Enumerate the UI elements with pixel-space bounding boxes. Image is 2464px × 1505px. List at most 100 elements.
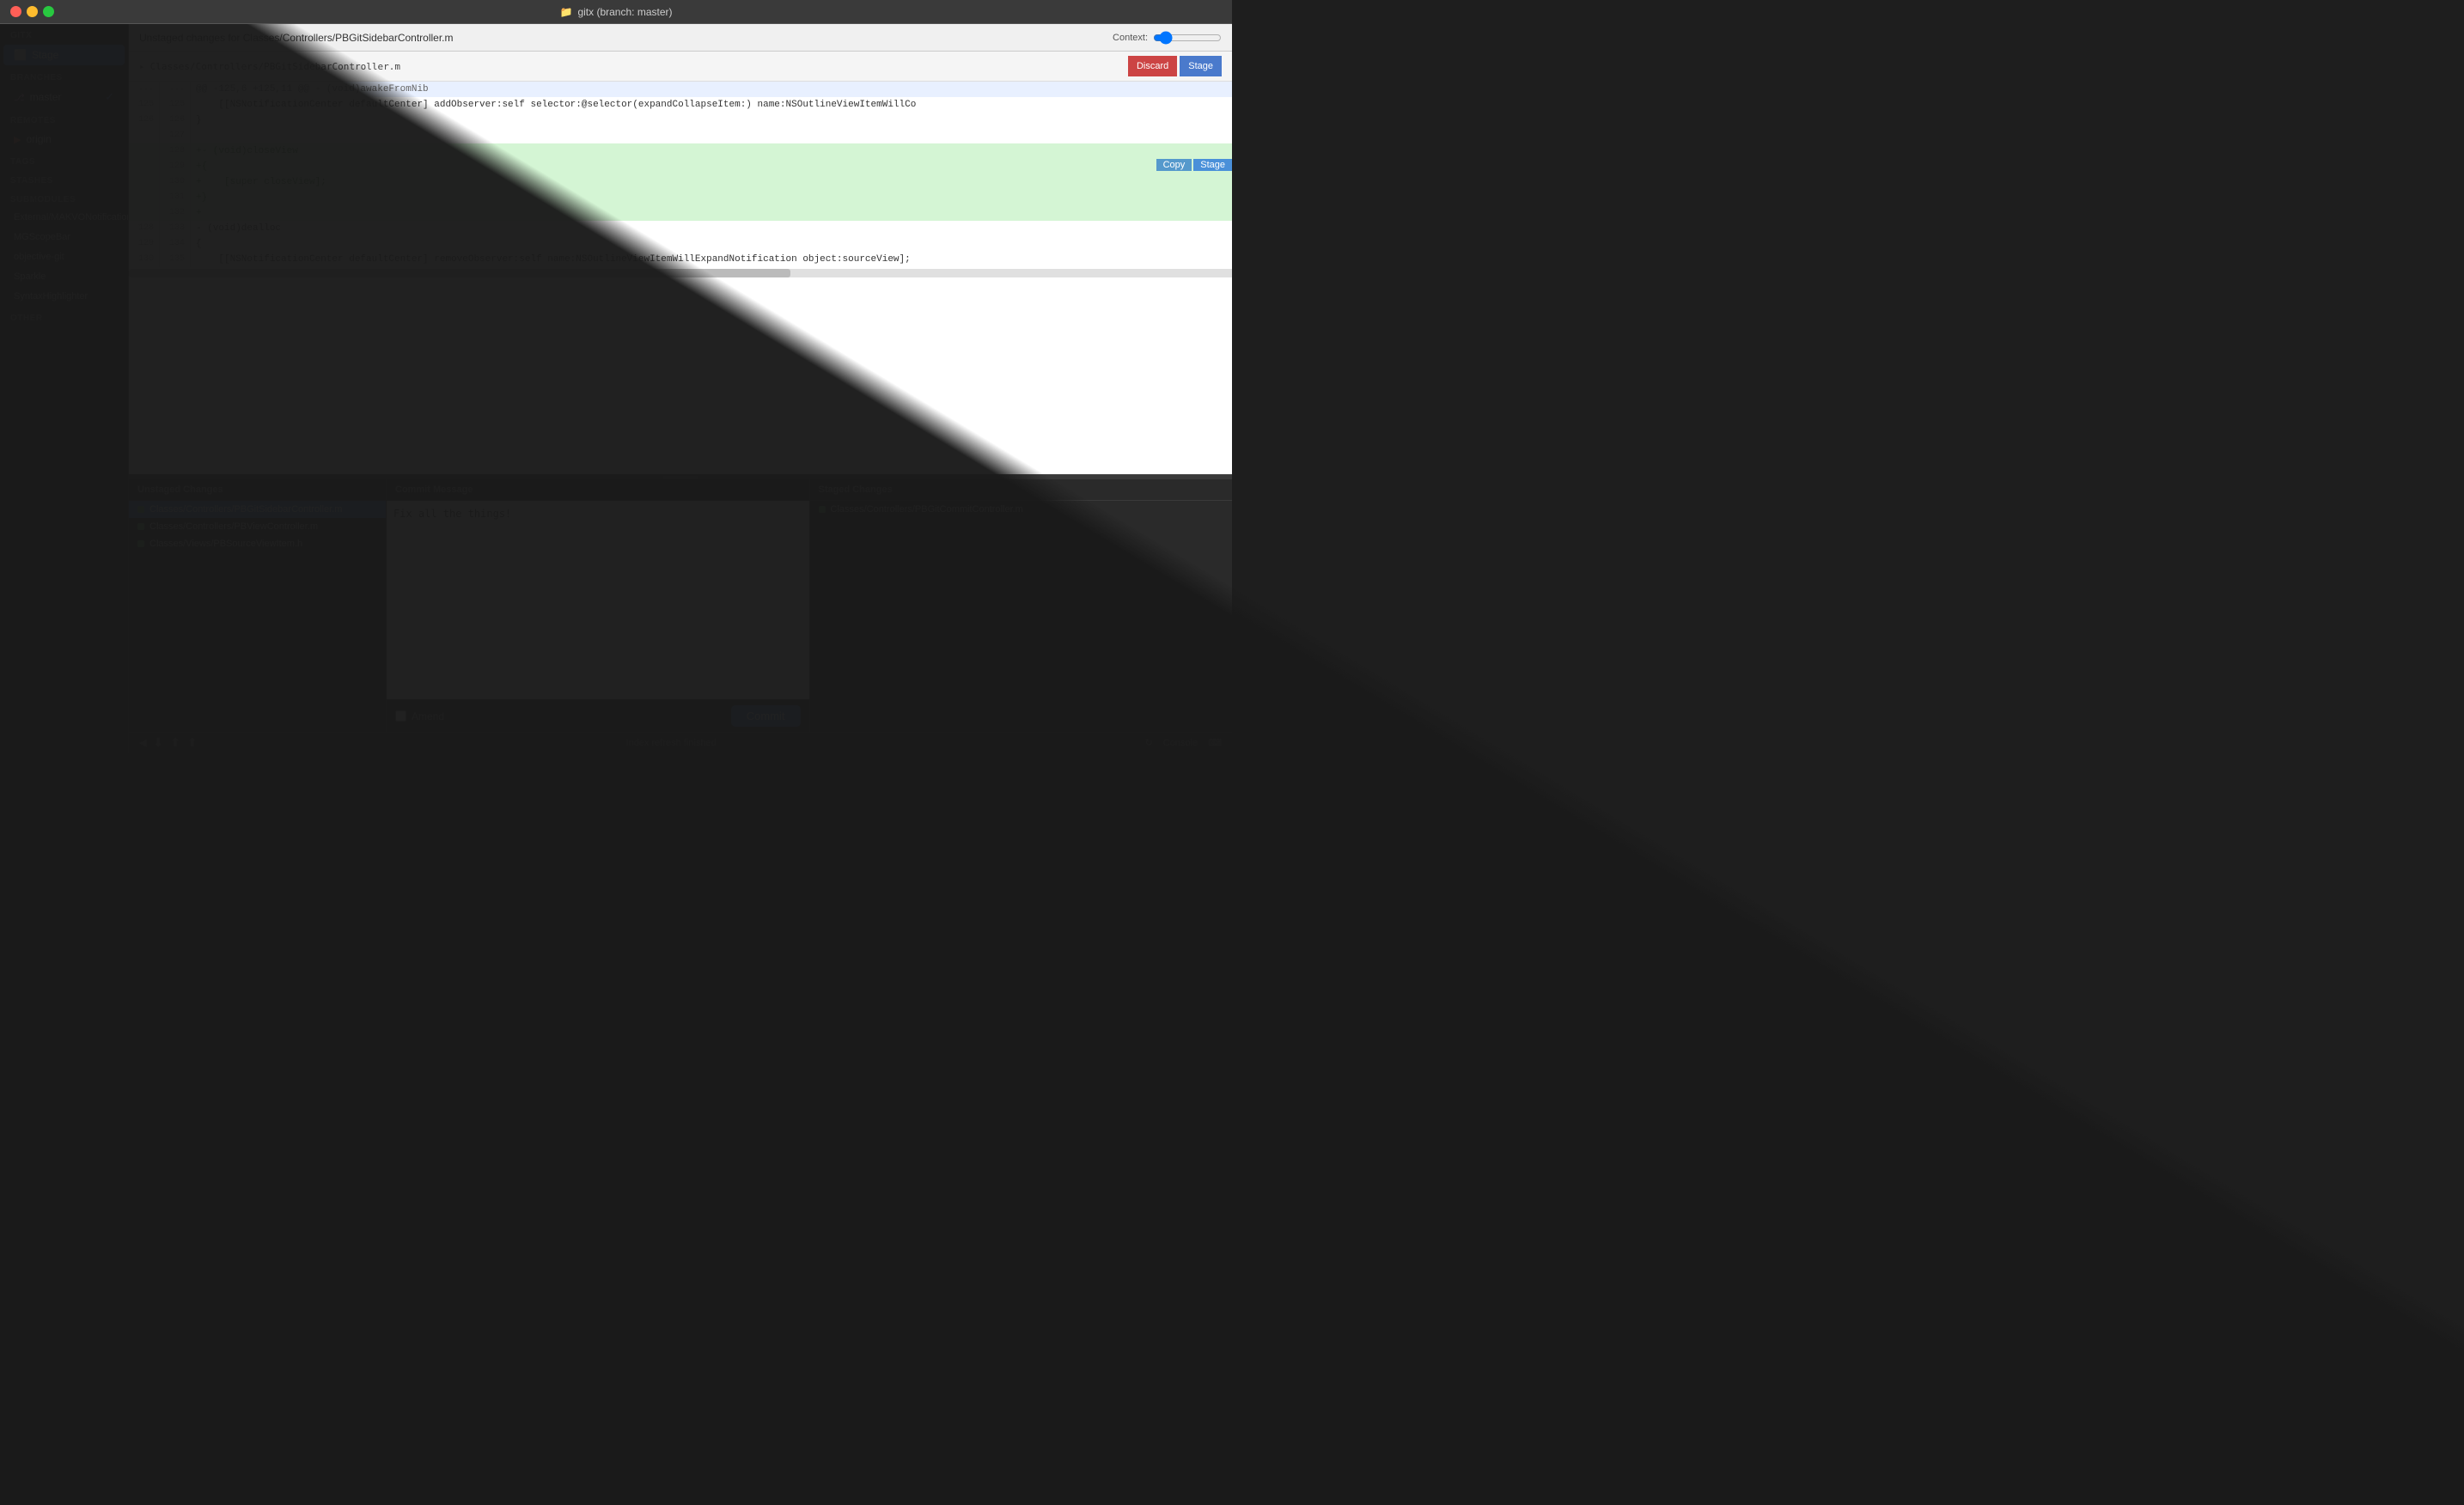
file-name: Classes/Controllers/PBViewController.m bbox=[149, 521, 318, 532]
fetch-button[interactable]: ⬇ bbox=[153, 735, 163, 750]
scrollbar-thumb[interactable] bbox=[129, 269, 790, 277]
sidebar-item-submodule[interactable]: MGScopeBar bbox=[3, 228, 125, 247]
sidebar-item-origin[interactable]: ▶ origin bbox=[3, 129, 125, 149]
close-button[interactable] bbox=[10, 6, 21, 17]
unstaged-file-list: Classes/Controllers/PBGitSidebarControll… bbox=[129, 501, 386, 732]
sidebar-item-submodule[interactable]: objective-git bbox=[3, 247, 125, 266]
check-icon: ✓ bbox=[105, 90, 114, 104]
nav-back-button[interactable]: ◀ bbox=[139, 737, 146, 748]
sidebar-item-submodule[interactable]: Sparkle bbox=[3, 267, 125, 286]
main-layout: GITX ⬜ Stage BRANCHES ⎇ master ✓ REMOTES… bbox=[0, 24, 1232, 752]
status-bar: ◀ ⬇ ⬆ ⬆ Index refresh finished ↻ Console… bbox=[129, 732, 1232, 752]
folder-icon: 📁 bbox=[560, 6, 573, 18]
expand-icon: ▸ bbox=[139, 61, 145, 72]
remotes-section-label: REMOTES bbox=[0, 109, 128, 128]
file-dot bbox=[137, 540, 144, 547]
diff-line-added: 128 +- (void)closeView bbox=[129, 143, 1232, 159]
file-name: Classes/Controllers/PBGitSidebarControll… bbox=[149, 504, 342, 515]
file-dot bbox=[137, 506, 144, 513]
minimize-button[interactable] bbox=[27, 6, 38, 17]
context-label: Context: bbox=[1113, 33, 1148, 43]
amend-checkbox[interactable] bbox=[395, 710, 406, 722]
commit-button[interactable]: Commit bbox=[731, 705, 801, 727]
diff-header: Unstaged changes for Classes/Controllers… bbox=[129, 24, 1232, 52]
console-label: Console bbox=[1163, 738, 1198, 748]
master-label: master bbox=[30, 91, 62, 103]
scrollbar-track[interactable] bbox=[129, 269, 1232, 277]
submodules-section-label: SUBMODULES bbox=[0, 188, 128, 207]
staged-file-list: Classes/Controllers/PBGitCommitControlle… bbox=[810, 501, 1233, 732]
diff-area[interactable]: ▸ Classes/Controllers/PBGitSidebarContro… bbox=[129, 52, 1232, 474]
diff-line: 127 bbox=[129, 128, 1232, 143]
right-content: Unstaged changes for Classes/Controllers… bbox=[129, 24, 1232, 752]
bottom-panel: Unstaged Changes Classes/Controllers/PBG… bbox=[129, 474, 1232, 732]
stage-hunk-button[interactable]: Stage bbox=[1180, 56, 1222, 76]
diff-line-hunk: ... ... @@ -125,6 +125,11 @@ - (void)awa… bbox=[129, 82, 1232, 97]
unstaged-header: Unstaged Changes bbox=[129, 479, 386, 501]
diff-line: 126 126 } bbox=[129, 113, 1232, 128]
stashes-section-label: STASHES bbox=[0, 169, 128, 188]
diff-line: 125 125 [[NSNotificationCenter defaultCe… bbox=[129, 97, 1232, 113]
submodules-list: External/MAKVONotificationCenterMGScopeB… bbox=[0, 207, 128, 307]
unstaged-panel: Unstaged Changes Classes/Controllers/PBG… bbox=[129, 479, 387, 732]
title-bar-text: 📁 gitx (branch: master) bbox=[560, 6, 673, 18]
file-name: Classes/Views/PBSourceViewItem.h bbox=[149, 539, 302, 549]
unstaged-file-item[interactable]: Classes/Controllers/PBViewController.m bbox=[129, 518, 386, 535]
other-section-label: OTHER bbox=[0, 307, 128, 326]
sidebar-item-submodule[interactable]: SyntaxHighlighter bbox=[3, 287, 125, 306]
sidebar-item-master[interactable]: ⎇ master ✓ bbox=[3, 86, 125, 108]
sidebar-stage-label: Stage bbox=[32, 49, 58, 61]
refresh-button[interactable]: ↻ bbox=[1145, 737, 1153, 748]
amend-label: Amend bbox=[412, 710, 444, 722]
commit-footer: Amend Commit bbox=[387, 699, 809, 732]
file-dot bbox=[137, 523, 144, 530]
diff-line: 128 133 - (void)dealloc bbox=[129, 221, 1232, 236]
status-text: Index refresh finished bbox=[626, 738, 717, 748]
amend-row: Amend bbox=[395, 710, 444, 722]
commit-panel: Commit Message Amend Commit bbox=[387, 479, 810, 732]
stage-icon: ⬜ bbox=[14, 49, 27, 61]
diff-line-added: 132 + bbox=[129, 205, 1232, 221]
origin-label: origin bbox=[26, 133, 51, 145]
discard-hunk-button[interactable]: Discard bbox=[1128, 56, 1177, 76]
remote-icon: ▶ bbox=[14, 134, 21, 145]
branch-button[interactable]: ⬆ bbox=[187, 735, 198, 750]
resize-grip bbox=[663, 476, 698, 478]
branch-icon: ⎇ bbox=[14, 92, 25, 103]
diff-header-left: Unstaged changes for Classes/Controllers… bbox=[139, 32, 454, 44]
window-controls[interactable] bbox=[10, 6, 54, 17]
diff-line-added: 130 + [super closeView]; bbox=[129, 174, 1232, 190]
title-bar: 📁 gitx (branch: master) bbox=[0, 0, 1232, 24]
copy-button[interactable]: Copy bbox=[1156, 159, 1192, 171]
diff-header-text: Unstaged changes for Classes/Controllers… bbox=[139, 32, 454, 44]
context-slider[interactable] bbox=[1153, 31, 1222, 45]
file-dot bbox=[819, 506, 826, 513]
branches-section-label: BRANCHES bbox=[0, 66, 128, 85]
unstaged-file-item[interactable]: Classes/Controllers/PBGitSidebarControll… bbox=[129, 501, 386, 518]
window-title: gitx (branch: master) bbox=[577, 6, 672, 18]
status-bar-right: ↻ Console ⌨ bbox=[1145, 737, 1222, 748]
sidebar-item-submodule[interactable]: External/MAKVONotificationCenter bbox=[3, 208, 125, 227]
bottom-sections: Unstaged Changes Classes/Controllers/PBG… bbox=[129, 479, 1232, 732]
terminal-button[interactable]: ⌨ bbox=[1208, 737, 1222, 748]
stage-line-button[interactable]: Stage bbox=[1193, 159, 1232, 171]
push-button[interactable]: ⬆ bbox=[170, 735, 180, 750]
commit-message-input[interactable] bbox=[387, 501, 809, 699]
tags-section-label: TAGS bbox=[0, 150, 128, 169]
sidebar: GITX ⬜ Stage BRANCHES ⎇ master ✓ REMOTES… bbox=[0, 24, 129, 752]
diff-line: 129 134 { bbox=[129, 236, 1232, 252]
sidebar-gitx-label: GITX bbox=[0, 24, 128, 44]
status-bar-left: ◀ ⬇ ⬆ ⬆ bbox=[139, 735, 198, 750]
diff-file-name: Classes/Controllers/PBGitSidebarControll… bbox=[150, 61, 400, 72]
sidebar-item-stage[interactable]: ⬜ Stage bbox=[3, 45, 125, 65]
diff-file-header: ▸ Classes/Controllers/PBGitSidebarContro… bbox=[129, 52, 1232, 82]
file-name: Classes/Controllers/PBGitCommitControlle… bbox=[831, 504, 1023, 515]
diff-line: 130 135 [[NSNotificationCenter defaultCe… bbox=[129, 252, 1232, 267]
staged-file-item[interactable]: Classes/Controllers/PBGitCommitControlle… bbox=[810, 501, 1233, 518]
diff-line-added: 129 +{ Copy Stage bbox=[129, 159, 1232, 174]
diff-line-added: 131 +} bbox=[129, 190, 1232, 205]
context-control: Context: bbox=[1113, 31, 1222, 45]
unstaged-file-item[interactable]: Classes/Views/PBSourceViewItem.h bbox=[129, 535, 386, 552]
commit-message-header: Commit Message bbox=[387, 479, 809, 501]
maximize-button[interactable] bbox=[43, 6, 54, 17]
